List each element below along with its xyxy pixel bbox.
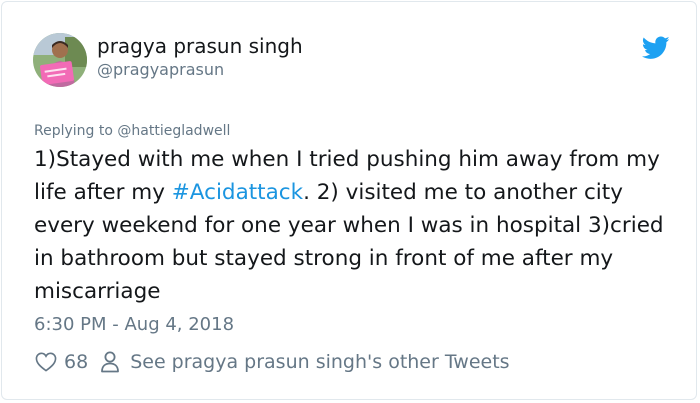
twitter-bird-icon[interactable] [642, 36, 670, 60]
reply-to-handle[interactable]: @hattiegladwell [117, 123, 230, 139]
heart-icon[interactable] [35, 352, 57, 372]
tweet-timestamp[interactable]: 6:30 PM - Aug 4, 2018 [34, 312, 234, 338]
person-icon[interactable] [100, 351, 120, 373]
hashtag-link[interactable]: #Acidattack [172, 180, 303, 205]
like-count[interactable]: 68 [64, 351, 88, 373]
avatar[interactable] [33, 33, 87, 87]
replying-to-prefix: Replying to [34, 123, 118, 139]
tweet-card: pragya prasun singh @pragyaprasun Replyi… [1, 1, 697, 400]
display-name[interactable]: pragya prasun singh [97, 33, 303, 59]
other-tweets-link[interactable]: See pragya prasun singh's other Tweets [130, 351, 509, 373]
tweet-text: 1)Stayed with me when I tried pushing hi… [34, 143, 684, 308]
replying-to: Replying to @hattiegladwell [34, 121, 230, 141]
avatar-image [33, 33, 87, 87]
user-handle[interactable]: @pragyaprasun [97, 60, 224, 80]
tweet-actions: 68 See pragya prasun singh's other Tweet… [35, 345, 510, 379]
